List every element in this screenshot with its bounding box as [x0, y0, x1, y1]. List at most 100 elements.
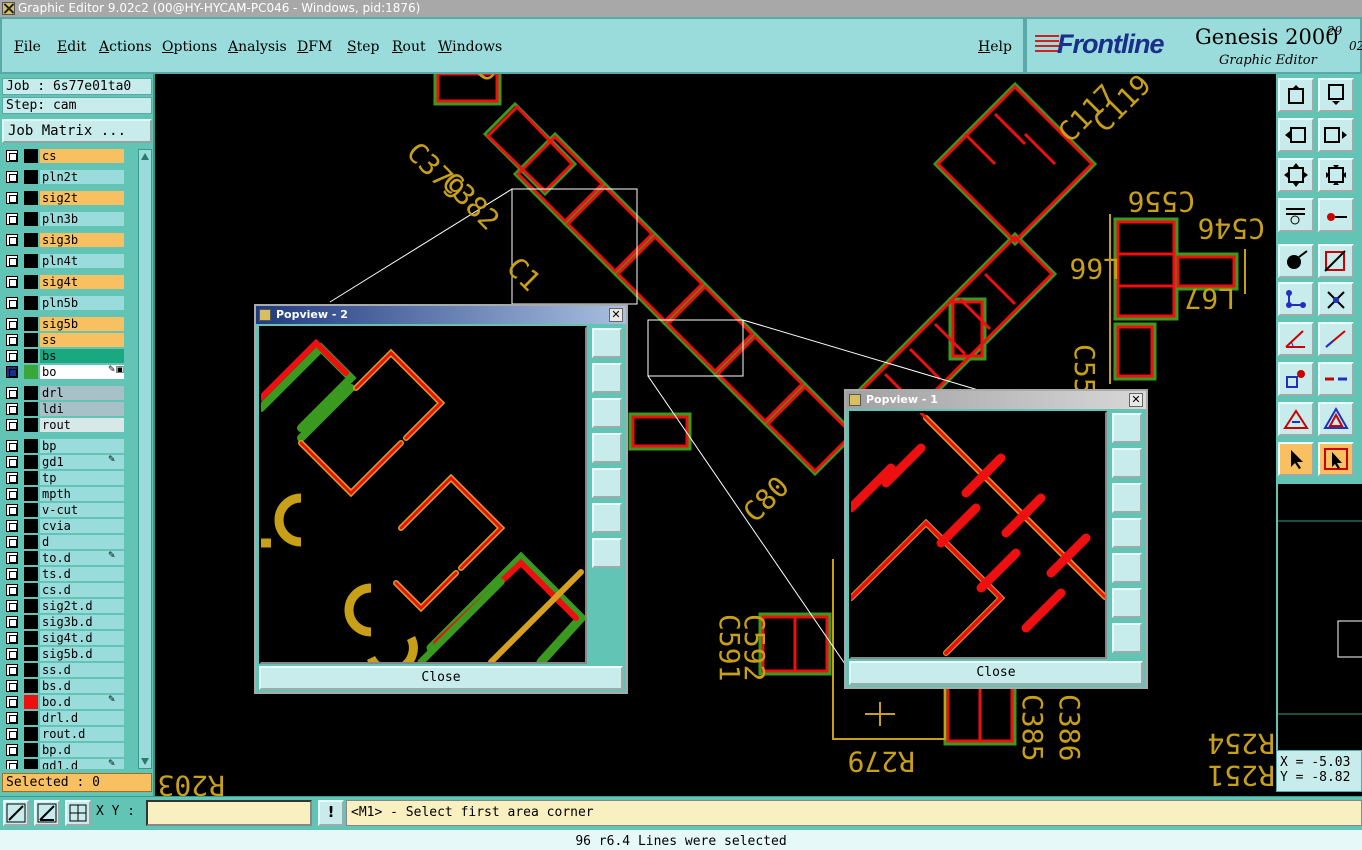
- zoom-out-icon[interactable]: [1112, 623, 1142, 653]
- popview-1-title-bar[interactable]: Popview - 1 ✕: [846, 391, 1146, 409]
- line-segment-icon[interactable]: [1318, 322, 1354, 356]
- layer-color-swatch[interactable]: [24, 615, 38, 629]
- layer-name[interactable]: bp.d: [40, 743, 124, 757]
- layer-color-swatch[interactable]: [24, 663, 38, 677]
- layer-checkbox[interactable]: [6, 504, 18, 516]
- pan-down-icon[interactable]: [1318, 78, 1354, 112]
- layer-row-sig4t-d[interactable]: sig4t.d: [2, 631, 136, 645]
- layer-checkbox[interactable]: [6, 520, 18, 532]
- layer-name[interactable]: sig2t: [40, 191, 124, 205]
- layer-name[interactable]: rout.d: [40, 727, 124, 741]
- layer-row-bs[interactable]: bs: [2, 349, 136, 363]
- layer-name[interactable]: drl: [40, 386, 124, 400]
- layer-row-bo[interactable]: bo ✎▣: [2, 365, 136, 379]
- popview-2-close-icon[interactable]: ✕: [609, 308, 623, 322]
- layer-color-swatch[interactable]: [24, 583, 38, 597]
- zoom-in-icon[interactable]: [1112, 413, 1142, 443]
- scroll-down-icon[interactable]: [141, 758, 149, 765]
- layer-name[interactable]: pln3b: [40, 212, 124, 226]
- pan-up-icon[interactable]: [592, 363, 622, 393]
- layer-name[interactable]: cvia: [40, 519, 124, 533]
- layer-name[interactable]: tp: [40, 471, 124, 485]
- menu-dfm[interactable]: DFM: [297, 39, 332, 55]
- zoom-in-icon[interactable]: [592, 328, 622, 358]
- layer-row-sig5b[interactable]: sig5b: [2, 317, 136, 331]
- menu-actions[interactable]: Actions: [99, 39, 152, 55]
- scroll-up-icon[interactable]: [141, 153, 149, 160]
- layer-checkbox[interactable]: [6, 488, 18, 500]
- layer-row-rout[interactable]: rout: [2, 418, 136, 432]
- layer-name[interactable]: sig2t.d: [40, 599, 124, 613]
- layer-color-swatch[interactable]: [24, 349, 38, 363]
- layer-name[interactable]: ss: [40, 333, 124, 347]
- layer-row-sig2t[interactable]: sig2t: [2, 191, 136, 205]
- layer-row-rout-d[interactable]: rout.d: [2, 727, 136, 741]
- layer-checkbox[interactable]: [6, 616, 18, 628]
- layer-row-cs[interactable]: cs: [2, 149, 136, 163]
- layer-checkbox[interactable]: [6, 234, 18, 246]
- connect-nodes-icon[interactable]: [1278, 282, 1314, 316]
- layer-checkbox[interactable]: [6, 366, 18, 378]
- layer-name[interactable]: ts.d: [40, 567, 124, 581]
- zoom-fit-icon[interactable]: [1278, 158, 1314, 192]
- layer-row-gd1[interactable]: gd1 ✎: [2, 455, 136, 469]
- layer-color-swatch[interactable]: [24, 275, 38, 289]
- layer-checkbox[interactable]: [6, 600, 18, 612]
- popview-2-close-button[interactable]: Close: [259, 666, 623, 690]
- layer-color-swatch[interactable]: [24, 519, 38, 533]
- layer-row-gd1-d[interactable]: gd1.d ✎: [2, 759, 136, 769]
- layer-color-swatch[interactable]: [24, 759, 38, 769]
- layer-checkbox[interactable]: [6, 728, 18, 740]
- layer-checkbox[interactable]: [6, 213, 18, 225]
- layer-checkbox[interactable]: [6, 440, 18, 452]
- pan-left-icon[interactable]: [1112, 518, 1142, 548]
- popview-2-window[interactable]: Popview - 2 ✕ Close: [254, 304, 628, 694]
- layer-row-pln2t[interactable]: pln2t: [2, 170, 136, 184]
- layer-row-cvia[interactable]: cvia: [2, 519, 136, 533]
- layer-color-swatch[interactable]: [24, 503, 38, 517]
- layer-checkbox[interactable]: [6, 276, 18, 288]
- layer-row-ss-d[interactable]: ss.d: [2, 663, 136, 677]
- draw-line-icon[interactable]: [1318, 244, 1354, 278]
- pan-right-icon[interactable]: [1318, 118, 1354, 152]
- layer-name[interactable]: sig3b.d: [40, 615, 124, 629]
- delete-node-icon[interactable]: [1318, 282, 1354, 316]
- popview-2-view[interactable]: [259, 326, 587, 664]
- layer-color-swatch[interactable]: [24, 551, 38, 565]
- snap-line-icon[interactable]: [3, 800, 29, 826]
- pan-right-icon[interactable]: [592, 468, 622, 498]
- layer-checkbox[interactable]: [6, 760, 18, 769]
- layer-color-swatch[interactable]: [24, 402, 38, 416]
- break-line-icon[interactable]: [1318, 362, 1354, 396]
- layer-checkbox[interactable]: [6, 334, 18, 346]
- layer-checkbox[interactable]: [6, 584, 18, 596]
- layer-name[interactable]: pln4t: [40, 254, 124, 268]
- menu-windows[interactable]: Windows: [438, 39, 502, 55]
- layer-row-sig2t-d[interactable]: sig2t.d: [2, 599, 136, 613]
- layer-row-bo-d[interactable]: bo.d ✎: [2, 695, 136, 709]
- layer-color-swatch[interactable]: [24, 212, 38, 226]
- menu-rout[interactable]: Rout: [392, 39, 426, 55]
- menu-help[interactable]: Help: [978, 39, 1012, 55]
- layer-name[interactable]: cs.d: [40, 583, 124, 597]
- layer-checkbox[interactable]: [6, 456, 18, 468]
- layer-checkbox[interactable]: [6, 192, 18, 204]
- layer-name[interactable]: ldi: [40, 402, 124, 416]
- triangle-edit-icon[interactable]: [1318, 402, 1354, 436]
- layer-row-bs-d[interactable]: bs.d: [2, 679, 136, 693]
- layer-checkbox[interactable]: [6, 297, 18, 309]
- triangle-select-icon[interactable]: [1278, 402, 1314, 436]
- layer-color-swatch[interactable]: [24, 743, 38, 757]
- layer-checkbox[interactable]: [6, 318, 18, 330]
- layer-color-swatch[interactable]: [24, 365, 38, 379]
- layer-row-ldi[interactable]: ldi: [2, 402, 136, 416]
- layer-row-tp[interactable]: tp: [2, 471, 136, 485]
- layer-color-swatch[interactable]: [24, 386, 38, 400]
- layer-color-swatch[interactable]: [24, 727, 38, 741]
- layer-list-scrollbar[interactable]: [138, 149, 152, 769]
- layer-row-ss[interactable]: ss: [2, 333, 136, 347]
- layer-name[interactable]: bs: [40, 349, 124, 363]
- popview-1-view[interactable]: [849, 411, 1107, 659]
- layer-color-swatch[interactable]: [24, 487, 38, 501]
- layer-row-to-d[interactable]: to.d ✎: [2, 551, 136, 565]
